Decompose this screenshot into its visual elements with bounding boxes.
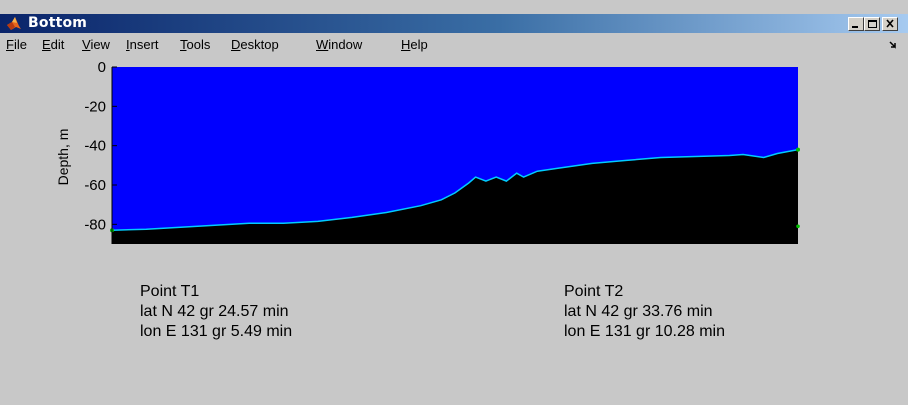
menu-label: ools	[186, 37, 211, 52]
menu-label: iew	[90, 37, 110, 52]
point-t2-lon: lon E 131 gr 10.28 min	[564, 323, 725, 340]
title-bar[interactable]: Bottom	[0, 14, 908, 33]
minimize-icon	[852, 26, 858, 28]
menu-label: indow	[328, 37, 363, 52]
point-t1-info: Point T1 lat N 42 gr 24.57 min lon E 131…	[140, 282, 292, 342]
menu-label: elp	[410, 37, 428, 52]
menu-desktop[interactable]: Desktop	[231, 37, 279, 52]
menu-mnemonic: E	[42, 37, 51, 52]
menu-mnemonic: H	[401, 37, 411, 52]
window-title: Bottom	[28, 15, 88, 31]
menu-label: dit	[50, 37, 65, 52]
menu-file[interactable]: File	[6, 37, 27, 52]
menu-mnemonic: W	[316, 37, 329, 52]
right-edge-marker	[796, 224, 800, 229]
menu-label: ile	[13, 37, 27, 52]
menu-edit[interactable]: Edit	[42, 37, 64, 52]
depth-profile-axes: 0 -20 -40 -60 -80 Depth, m	[55, 59, 800, 244]
point-t2-lat: lat N 42 gr 33.76 min	[564, 303, 713, 320]
matlab-icon	[7, 17, 21, 30]
point-t1-lon: lon E 131 gr 5.49 min	[140, 323, 293, 340]
minimize-button[interactable]	[848, 17, 864, 31]
point-t2-info: Point T2 lat N 42 gr 33.76 min lon E 131…	[564, 282, 725, 342]
maximize-button[interactable]	[864, 17, 880, 31]
point-t2-name: Point T2	[564, 283, 624, 300]
point-t1-lat: lat N 42 gr 24.57 min	[140, 303, 289, 320]
y-tick-label: 0	[98, 59, 106, 76]
menu-mnemonic: F	[6, 37, 14, 52]
menu-label: nsert	[129, 37, 159, 52]
dock-arrow-icon[interactable]	[889, 40, 901, 50]
y-tick-label: -80	[84, 216, 106, 233]
menu-view[interactable]: View	[82, 37, 110, 52]
close-button[interactable]	[882, 17, 898, 31]
y-tick-label: -60	[84, 177, 106, 194]
menu-help[interactable]: Help	[401, 37, 428, 52]
menu-tools[interactable]: Tools	[180, 37, 210, 52]
menu-window[interactable]: Window	[316, 37, 362, 52]
close-icon	[886, 19, 894, 28]
menu-label: esktop	[240, 37, 279, 52]
endpoint-marker-t2	[796, 147, 800, 152]
menu-bar: File Edit View Insert Tools Desktop Wind…	[0, 34, 908, 54]
figure-window: Bottom File Edit View Insert Tools Deskt…	[0, 0, 908, 405]
y-tick-label: -20	[84, 98, 106, 115]
y-tick-label: -40	[84, 138, 106, 155]
point-t1-name: Point T1	[140, 283, 200, 300]
maximize-icon	[868, 20, 877, 28]
y-axis-label: Depth, m	[55, 129, 71, 186]
menu-mnemonic: D	[231, 37, 241, 52]
menu-insert[interactable]: Insert	[126, 37, 159, 52]
